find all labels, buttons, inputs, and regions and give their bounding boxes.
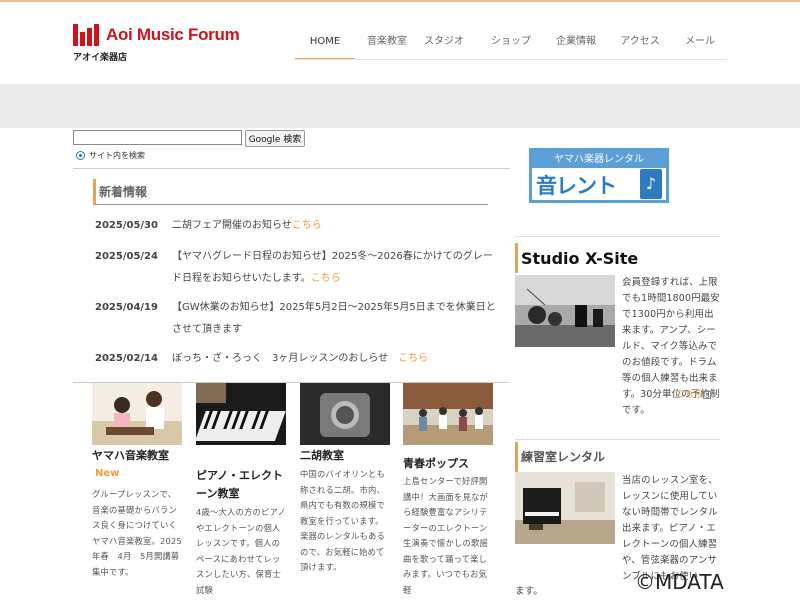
card-description: 中国のバイオリンとも称される二胡。市内、県内でも有数の規模で教室を行っています。…	[300, 469, 385, 572]
site-header: Aoi Music Forum アオイ楽器店 HOME 音楽教室 スタジオ ショ…	[0, 0, 800, 84]
news-date: 2025/05/30	[95, 220, 158, 231]
news-date: 2025/04/19	[95, 302, 158, 313]
studio-heading[interactable]: Studio X-Site	[515, 243, 720, 273]
studio-room-image[interactable]	[515, 275, 615, 347]
rental-banner-logo: 音レント	[536, 174, 617, 198]
logo-bars-icon	[73, 24, 103, 46]
news-item: 2025/04/19 【GW休業のお知らせ】2025年5月2日～2025年5月5…	[95, 297, 496, 341]
nav-studio[interactable]: スタジオ	[417, 29, 471, 59]
card-title[interactable]: ピアノ・エレクトーン教室	[196, 467, 288, 503]
news-text: ぼっち・ざ・ろっく 3ヶ月レッスンのおしらせ こちら	[172, 353, 429, 364]
sidebar-divider	[515, 236, 720, 237]
logo-subtitle: アオイ楽器店	[73, 53, 128, 63]
news-date: 2025/02/14	[95, 353, 158, 364]
nav-shop[interactable]: ショップ	[483, 29, 539, 59]
studio-section: Studio X-Site 会員登録すれば、上限でも1時間1800円最安で130…	[515, 243, 720, 416]
card-description: 上島センターで好評開講中！大画面を見ながら経験豊富なアシリテーターのエレクトーン…	[403, 476, 488, 595]
studio-link[interactable]: こちら↗	[676, 387, 712, 400]
site-search-radio-label: サイト内を検索	[89, 151, 145, 160]
yamaha-class-image[interactable]	[92, 383, 182, 445]
pops-class-image[interactable]	[403, 383, 493, 445]
nav-company[interactable]: 企業情報	[547, 29, 605, 59]
nav-music-school[interactable]: 音楽教室	[357, 29, 417, 59]
nav-home[interactable]: HOME	[295, 29, 355, 59]
site-search-radio[interactable]	[76, 151, 85, 160]
news-heading: 新着情報	[93, 179, 488, 205]
rental-banner-title: ヤマハ楽器レンタル	[532, 151, 666, 168]
news-item: 2025/05/24 【ヤマハグレード日程のお知らせ】2025冬～2026春にか…	[95, 246, 495, 290]
card-title[interactable]: 二胡教室	[300, 447, 392, 465]
card-description: グループレッスンで、音楽の基礎からバランス良く身につけていくヤマハ音楽教室。20…	[92, 489, 182, 577]
news-text: 【ヤマハグレード日程のお知らせ】2025冬～2026春にかけてのグレード日程をお…	[172, 251, 493, 284]
google-search-button[interactable]: Google 検索	[245, 130, 305, 147]
sidebar-divider	[515, 439, 720, 440]
nav-access[interactable]: アクセス	[611, 29, 669, 59]
new-badge: New	[95, 468, 120, 479]
news-text: 二胡フェア開催のお知らせこちら	[172, 220, 322, 231]
copyright-watermark: ©MDATA	[635, 570, 724, 594]
news-item: 2025/05/30 二胡フェア開催のお知らせこちら	[95, 215, 495, 237]
practice-room-image[interactable]	[515, 472, 615, 544]
news-section: 新着情報 2025/05/30 二胡フェア開催のお知らせこちら 2025/05/…	[73, 168, 510, 383]
practice-room-description: 当店のレッスン室を、レッスンに使用していない時間帯でレンタル出来ます。ピアノ・エ…	[622, 475, 718, 582]
hero-banner	[0, 84, 800, 128]
site-logo[interactable]: Aoi Music Forum アオイ楽器店	[73, 22, 243, 64]
nav-underline	[295, 59, 727, 60]
yamaha-rental-banner[interactable]: ヤマハ楽器レンタル 音レント ♪	[529, 148, 669, 203]
logo-title: Aoi Music Forum	[106, 25, 240, 44]
erhu-image[interactable]	[300, 383, 390, 445]
piano-keys-image[interactable]	[196, 383, 286, 445]
search-input[interactable]	[73, 130, 242, 145]
news-text: 【GW休業のお知らせ】2025年5月2日～2025年5月5日までを休業日とさせて…	[172, 302, 496, 335]
card-description: 4歳～大人の方のピアノやエレクトーンの個人レッスンです。個人のペースにあわせてレ…	[196, 507, 286, 595]
practice-room-heading[interactable]: 練習室レンタル	[515, 442, 720, 472]
nav-mail[interactable]: メール	[675, 29, 725, 59]
music-note-icon: ♪	[640, 169, 662, 199]
card-title[interactable]: ヤマハ音楽教室	[92, 447, 184, 465]
news-date: 2025/05/24	[95, 251, 158, 262]
news-link[interactable]: こちら	[292, 220, 322, 231]
card-title[interactable]: 青春ポップス	[403, 455, 495, 473]
external-link-icon: ↗	[703, 390, 712, 399]
news-item: 2025/02/14 ぼっち・ざ・ろっく 3ヶ月レッスンのおしらせ こちら	[95, 348, 495, 370]
news-link[interactable]: こちら	[311, 273, 341, 284]
news-link[interactable]: こちら	[398, 353, 428, 364]
